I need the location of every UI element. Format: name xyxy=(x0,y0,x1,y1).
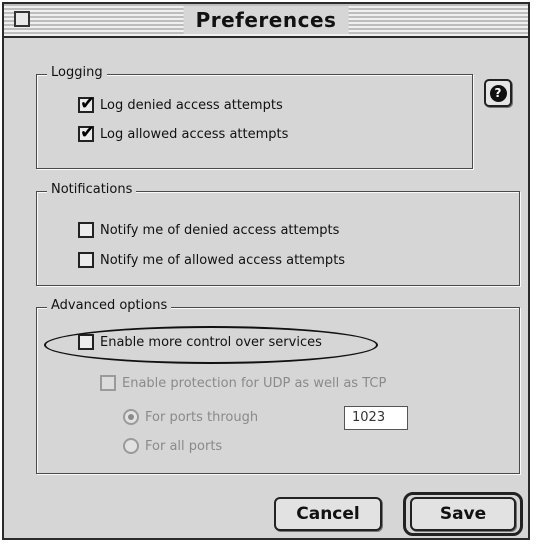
radio-ports-through-label: For ports through xyxy=(145,409,259,425)
udp-protection-label: Enable protection for UDP as well as TCP xyxy=(122,375,387,391)
preferences-window: Preferences ? Logging Log denied access … xyxy=(2,2,530,540)
enable-control-checkbox[interactable]: Enable more control over services xyxy=(78,334,322,350)
notify-allowed-label: Notify me of allowed access attempts xyxy=(100,252,346,268)
log-denied-checkbox[interactable]: Log denied access attempts xyxy=(78,93,283,114)
checkbox-disabled-icon[interactable] xyxy=(100,375,116,391)
radio-selected-icon[interactable] xyxy=(123,409,139,425)
radio-ports-through[interactable]: For ports through xyxy=(123,409,258,425)
help-icon: ? xyxy=(489,84,507,102)
radio-unselected-icon[interactable] xyxy=(123,438,139,454)
logging-group-label: Logging xyxy=(47,65,107,80)
notify-allowed-checkbox[interactable]: Notify me of allowed access attempts xyxy=(78,252,345,268)
notify-denied-checkbox[interactable]: Notify me of denied access attempts xyxy=(78,222,339,238)
enable-control-label: Enable more control over services xyxy=(100,334,322,350)
title-bar[interactable]: Preferences xyxy=(4,4,528,38)
notifications-group: Notifications xyxy=(36,182,520,286)
advanced-options-group-label: Advanced options xyxy=(47,298,172,313)
notifications-group-label: Notifications xyxy=(47,182,137,197)
help-button[interactable]: ? xyxy=(484,79,512,107)
log-allowed-checkbox[interactable]: Log allowed access attempts xyxy=(78,122,289,143)
checkbox-unchecked-icon[interactable] xyxy=(78,252,94,268)
radio-all-ports[interactable]: For all ports xyxy=(123,438,222,454)
window-title: Preferences xyxy=(183,6,349,34)
log-allowed-label: Log allowed access attempts xyxy=(100,126,289,142)
save-button[interactable]: Save xyxy=(410,497,516,531)
checkbox-unchecked-icon[interactable] xyxy=(78,334,94,350)
notify-denied-label: Notify me of denied access attempts xyxy=(100,222,340,238)
logging-group: Logging xyxy=(36,65,473,169)
cancel-button[interactable]: Cancel xyxy=(274,497,382,531)
udp-protection-checkbox[interactable]: Enable protection for UDP as well as TCP xyxy=(100,375,386,391)
log-denied-label: Log denied access attempts xyxy=(100,97,283,113)
port-number-field[interactable]: 1023 xyxy=(344,406,408,430)
checkbox-checked-icon[interactable] xyxy=(78,122,95,143)
checkbox-checked-icon[interactable] xyxy=(78,93,95,114)
radio-all-ports-label: For all ports xyxy=(145,438,223,454)
close-box[interactable] xyxy=(14,11,30,27)
checkbox-unchecked-icon[interactable] xyxy=(78,222,94,238)
